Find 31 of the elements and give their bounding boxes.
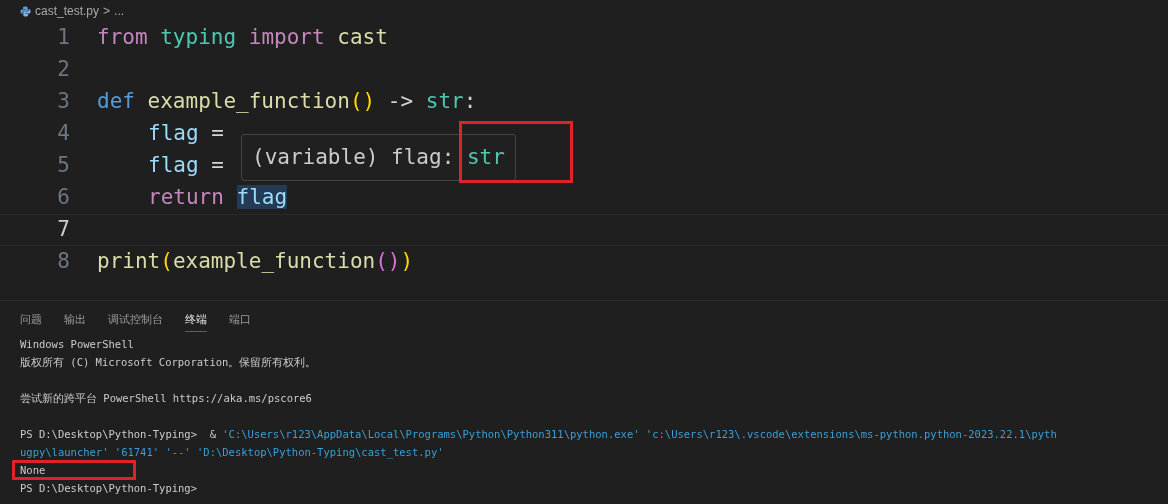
- terminal-line: 版权所有 (C) Microsoft Corporation。保留所有权利。: [20, 356, 317, 368]
- terminal-line: Windows PowerShell: [20, 338, 134, 350]
- panel-tab[interactable]: 问题: [20, 311, 42, 332]
- line-number: 6: [56, 184, 71, 212]
- hover-tooltip: (variable) flag: str: [241, 134, 516, 181]
- line-number: 5: [56, 152, 71, 180]
- panel-tab[interactable]: 终端: [185, 311, 207, 332]
- code-line: from typing import cast: [97, 24, 388, 52]
- panel-tab[interactable]: 端口: [229, 311, 251, 332]
- panel-tab[interactable]: 输出: [64, 311, 86, 332]
- terminal-line: PS D:\Desktop\Python-Typing> & 'C:\Users\r123\AppData\Local\Programs\Python\Python311\python.exe' 'c:\Users\r123\.vscode\extensions\ms-python.python-2023.22.1\pyth: [20, 428, 1057, 440]
- panel-tab[interactable]: 调试控制台: [108, 311, 163, 332]
- line-number: 4: [56, 120, 71, 148]
- code-line: print(example_function()): [97, 248, 414, 276]
- breadcrumb-separator: >: [103, 3, 111, 20]
- code-line: flag =: [148, 152, 224, 180]
- code-line: def example_function() -> str:: [97, 88, 477, 116]
- line-number: 3: [56, 88, 71, 116]
- terminal-line: 尝试新的跨平台 PowerShell https://aka.ms/pscore6: [20, 392, 312, 404]
- line-number: 2: [56, 56, 71, 84]
- terminal-line: ugpy\launcher' '61741' '--' 'D:\Desktop\Python-Typing\cast_test.py': [20, 446, 444, 458]
- code-line: flag =: [148, 120, 224, 148]
- line-number: 1: [56, 24, 71, 52]
- breadcrumb-file[interactable]: cast_test.py: [35, 2, 100, 20]
- line-number: 8: [56, 248, 71, 276]
- terminal-line: None: [20, 464, 46, 476]
- code-line: return flag: [148, 184, 288, 212]
- breadcrumb-more[interactable]: ...: [114, 2, 125, 20]
- terminal-line: PS D:\Desktop\Python-Typing>: [20, 482, 197, 494]
- line-number: 7: [56, 216, 71, 244]
- python-file-icon: [20, 5, 31, 17]
